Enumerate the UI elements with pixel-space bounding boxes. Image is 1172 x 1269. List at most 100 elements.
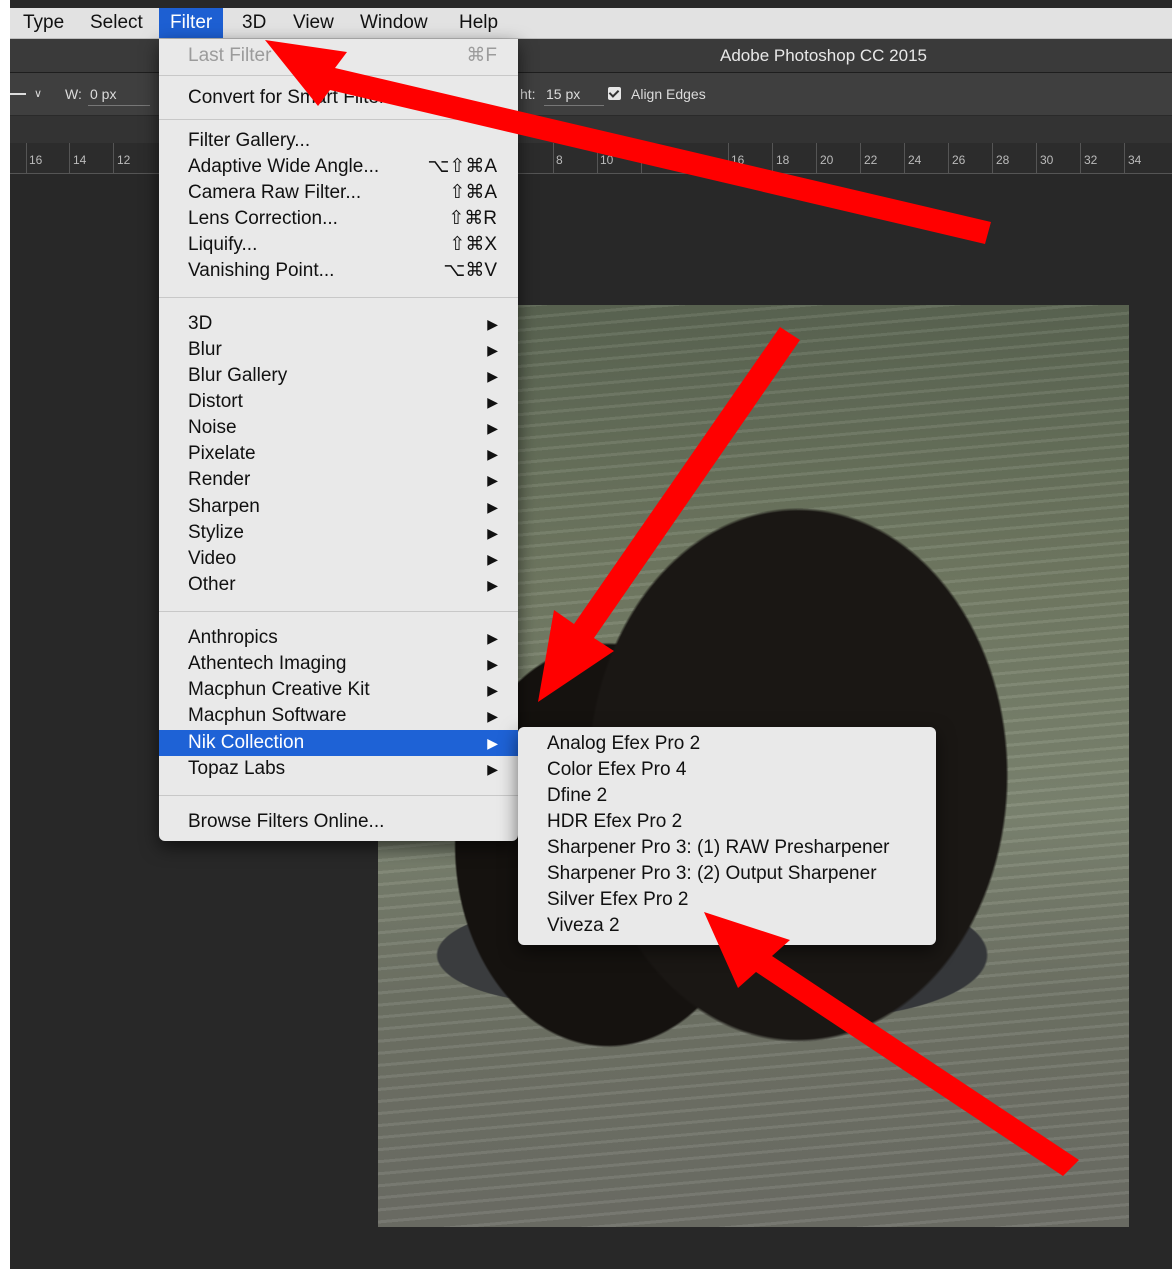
menu-item-last-filter: Last Filter ⌘F bbox=[159, 43, 518, 69]
submenu-arrow-icon: ▶ bbox=[487, 420, 498, 436]
menu-item-noise[interactable]: Noise ▶ bbox=[159, 415, 518, 441]
menu-item-label: Video bbox=[188, 548, 237, 569]
chevron-down-icon[interactable]: ∨ bbox=[34, 73, 42, 115]
submenu-item-label: Sharpener Pro 3: (1) RAW Presharpener bbox=[547, 837, 890, 858]
menu-item-label: Athentech Imaging bbox=[188, 653, 347, 674]
menu-item-label: Convert for Smart Filters bbox=[188, 87, 395, 108]
submenu-arrow-icon: ▶ bbox=[487, 316, 498, 332]
menu-item-label: Distort bbox=[188, 391, 243, 412]
ruler-tick: 24 bbox=[908, 153, 922, 167]
menu-item-label: Liquify... bbox=[188, 234, 258, 255]
menu-type[interactable]: Type bbox=[12, 8, 75, 38]
menu-item-adaptive-wide-angle[interactable]: Adaptive Wide Angle... ⌥⇧⌘A bbox=[159, 154, 518, 180]
menu-item-video[interactable]: Video ▶ bbox=[159, 546, 518, 572]
menu-item-label: Filter Gallery... bbox=[188, 130, 311, 151]
menu-item-macphun-software[interactable]: Macphun Software ▶ bbox=[159, 703, 518, 729]
menu-item-liquify[interactable]: Liquify... ⇧⌘X bbox=[159, 232, 518, 258]
height-field-underline bbox=[544, 105, 604, 106]
menu-3d[interactable]: 3D bbox=[231, 8, 277, 38]
menu-item-filter-gallery[interactable]: Filter Gallery... bbox=[159, 128, 518, 154]
ruler-tick: 26 bbox=[952, 153, 966, 167]
menu-item-label: Anthropics bbox=[188, 627, 278, 648]
ruler-tick: 20 bbox=[820, 153, 834, 167]
width-field[interactable]: 0 px bbox=[90, 73, 116, 115]
ruler-tick: 12 bbox=[644, 153, 658, 167]
ruler-tick: 32 bbox=[1084, 153, 1098, 167]
submenu-item-silver-efex-pro-2[interactable]: Silver Efex Pro 2 bbox=[518, 887, 936, 913]
shortcut-label: ⌥⌘V bbox=[443, 260, 497, 281]
ruler-tick: 12 bbox=[117, 153, 131, 167]
menu-item-label: Lens Correction... bbox=[188, 208, 338, 229]
submenu-item-hdr-efex-pro-2[interactable]: HDR Efex Pro 2 bbox=[518, 809, 936, 835]
menu-item-blur-gallery[interactable]: Blur Gallery ▶ bbox=[159, 363, 518, 389]
submenu-item-label: Analog Efex Pro 2 bbox=[547, 733, 701, 754]
menu-item-sharpen[interactable]: Sharpen ▶ bbox=[159, 494, 518, 520]
ruler-tick: 10 bbox=[600, 153, 614, 167]
menu-item-distort[interactable]: Distort ▶ bbox=[159, 389, 518, 415]
menu-item-anthropics[interactable]: Anthropics ▶ bbox=[159, 625, 518, 651]
menu-item-vanishing-point[interactable]: Vanishing Point... ⌥⌘V bbox=[159, 258, 518, 284]
menu-filter[interactable]: Filter bbox=[159, 8, 224, 38]
submenu-arrow-icon: ▶ bbox=[487, 368, 498, 384]
menu-item-pixelate[interactable]: Pixelate ▶ bbox=[159, 441, 518, 467]
menu-item-athentech-imaging[interactable]: Athentech Imaging ▶ bbox=[159, 651, 518, 677]
ruler-tick: 34 bbox=[1128, 153, 1142, 167]
submenu-item-viveza-2[interactable]: Viveza 2 bbox=[518, 913, 936, 939]
nik-collection-submenu: Analog Efex Pro 2 Color Efex Pro 4 Dfine… bbox=[518, 727, 936, 945]
height-field[interactable]: 15 px bbox=[546, 73, 580, 115]
menu-item-camera-raw-filter[interactable]: Camera Raw Filter... ⇧⌘A bbox=[159, 180, 518, 206]
submenu-arrow-icon: ▶ bbox=[487, 577, 498, 593]
submenu-item-dfine-2[interactable]: Dfine 2 bbox=[518, 783, 936, 809]
ruler-tick: 14 bbox=[73, 153, 87, 167]
height-label: ht: bbox=[520, 86, 536, 102]
menu-item-other[interactable]: Other ▶ bbox=[159, 572, 518, 598]
shortcut-label: ⌥⇧⌘A bbox=[427, 156, 498, 177]
menu-item-label: Other bbox=[188, 574, 236, 595]
menu-item-label: Camera Raw Filter... bbox=[188, 182, 362, 203]
menu-item-label: 3D bbox=[188, 313, 213, 334]
menu-item-convert-smart-filters[interactable]: Convert for Smart Filters bbox=[159, 85, 518, 111]
submenu-arrow-icon: ▶ bbox=[487, 394, 498, 410]
menu-separator bbox=[159, 75, 518, 76]
menu-view[interactable]: View bbox=[282, 8, 345, 38]
menu-item-nik-collection[interactable]: Nik Collection ▶ bbox=[159, 730, 518, 756]
submenu-arrow-icon: ▶ bbox=[487, 761, 498, 777]
submenu-arrow-icon: ▶ bbox=[487, 630, 498, 646]
menu-item-macphun-creative-kit[interactable]: Macphun Creative Kit ▶ bbox=[159, 677, 518, 703]
submenu-item-analog-efex-pro-2[interactable]: Analog Efex Pro 2 bbox=[518, 731, 936, 757]
photoshop-window: Type Select Filter 3D View Window Help A… bbox=[10, 0, 1172, 1269]
menu-item-blur[interactable]: Blur ▶ bbox=[159, 337, 518, 363]
align-edges-checkbox[interactable] bbox=[608, 87, 621, 100]
submenu-arrow-icon: ▶ bbox=[487, 656, 498, 672]
submenu-item-label: Color Efex Pro 4 bbox=[547, 759, 687, 780]
menu-item-label: Adaptive Wide Angle... bbox=[188, 156, 380, 177]
submenu-arrow-icon: ▶ bbox=[487, 525, 498, 541]
menu-separator bbox=[159, 297, 518, 298]
menu-select[interactable]: Select bbox=[79, 8, 154, 38]
submenu-arrow-icon: ▶ bbox=[487, 499, 498, 515]
menu-item-label: Blur Gallery bbox=[188, 365, 288, 386]
menu-item-browse-filters-online[interactable]: Browse Filters Online... bbox=[159, 809, 518, 835]
ruler-tick: 16 bbox=[731, 153, 745, 167]
menu-item-lens-correction[interactable]: Lens Correction... ⇧⌘R bbox=[159, 206, 518, 232]
submenu-item-color-efex-pro-4[interactable]: Color Efex Pro 4 bbox=[518, 757, 936, 783]
menu-item-label: Blur bbox=[188, 339, 222, 360]
menu-bar: Type Select Filter 3D View Window Help bbox=[10, 8, 1172, 39]
submenu-arrow-icon: ▶ bbox=[487, 342, 498, 358]
submenu-item-sharpener-raw-presharpener[interactable]: Sharpener Pro 3: (1) RAW Presharpener bbox=[518, 835, 936, 861]
menu-item-stylize[interactable]: Stylize ▶ bbox=[159, 520, 518, 546]
menu-item-render[interactable]: Render ▶ bbox=[159, 467, 518, 493]
menu-help[interactable]: Help bbox=[448, 8, 509, 38]
menu-item-label: Pixelate bbox=[188, 443, 256, 464]
menu-window[interactable]: Window bbox=[349, 8, 439, 38]
menu-item-3d[interactable]: 3D ▶ bbox=[159, 311, 518, 337]
submenu-arrow-icon: ▶ bbox=[487, 551, 498, 567]
menu-item-topaz-labs[interactable]: Topaz Labs ▶ bbox=[159, 756, 518, 782]
submenu-arrow-icon: ▶ bbox=[487, 682, 498, 698]
menu-item-label: Sharpen bbox=[188, 496, 260, 517]
menu-item-label: Stylize bbox=[188, 522, 244, 543]
menu-separator bbox=[159, 795, 518, 796]
ruler-tick: 22 bbox=[864, 153, 878, 167]
submenu-item-sharpener-output-sharpener[interactable]: Sharpener Pro 3: (2) Output Sharpener bbox=[518, 861, 936, 887]
ruler-tick: 18 bbox=[776, 153, 790, 167]
